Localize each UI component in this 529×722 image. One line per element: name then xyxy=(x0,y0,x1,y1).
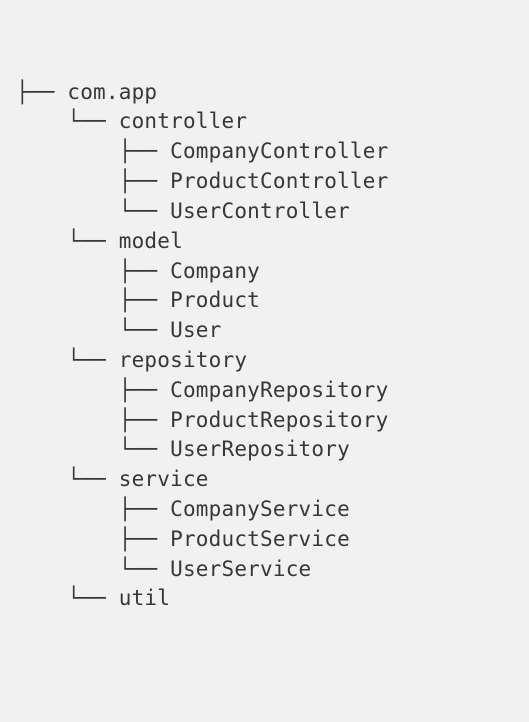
tree-line: └── service xyxy=(16,465,513,495)
tree-line: └── UserController xyxy=(16,197,513,227)
tree-line: └── repository xyxy=(16,346,513,376)
file-tree: ├── com.app └── controller ├── CompanyCo… xyxy=(16,78,513,615)
tree-line: ├── ProductRepository xyxy=(16,406,513,436)
tree-line: ├── CompanyRepository xyxy=(16,376,513,406)
tree-line: └── controller xyxy=(16,107,513,137)
tree-line: └── User xyxy=(16,316,513,346)
tree-line: └── UserService xyxy=(16,555,513,585)
tree-line: ├── CompanyController xyxy=(16,137,513,167)
tree-line: ├── Company xyxy=(16,257,513,287)
tree-line: ├── com.app xyxy=(16,78,513,108)
tree-line: ├── Product xyxy=(16,286,513,316)
tree-line: └── model xyxy=(16,227,513,257)
tree-line: ├── CompanyService xyxy=(16,495,513,525)
tree-line: └── UserRepository xyxy=(16,435,513,465)
tree-line: ├── ProductController xyxy=(16,167,513,197)
tree-line: └── util xyxy=(16,584,513,614)
tree-line: ├── ProductService xyxy=(16,525,513,555)
